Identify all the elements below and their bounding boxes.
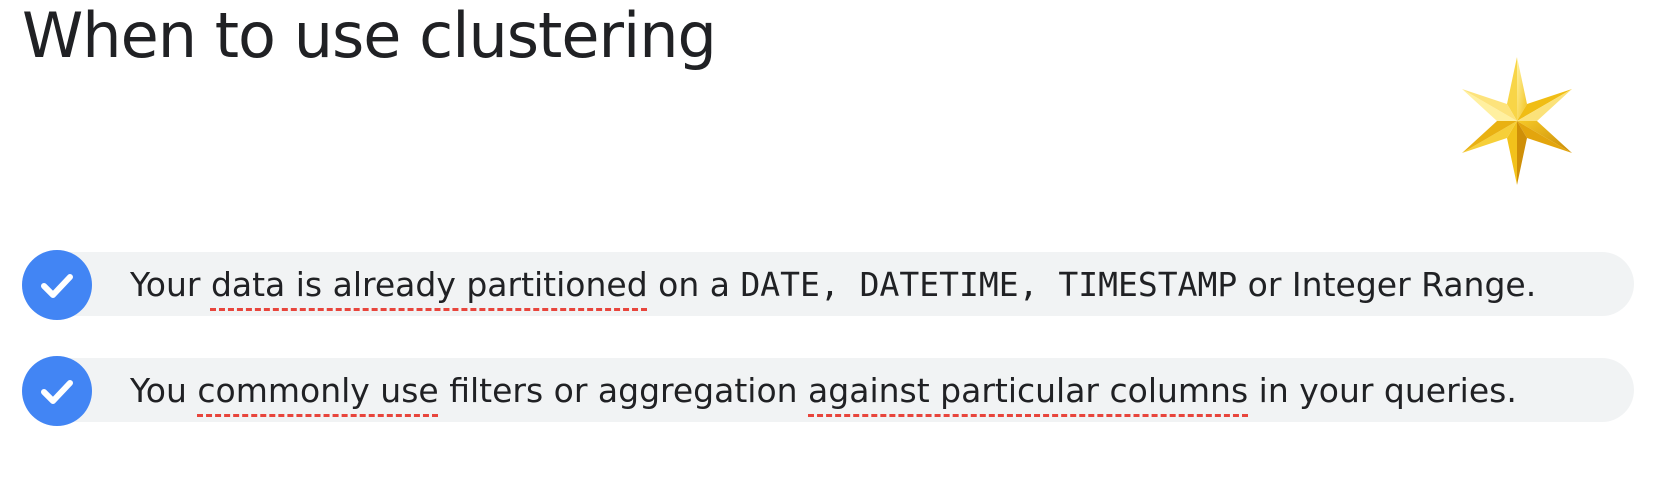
checkmark-icon: [22, 250, 92, 320]
list-item-text: You commonly use filters or aggregation …: [130, 371, 1517, 410]
list-item-text: Your data is already partitioned on a DA…: [130, 265, 1537, 304]
checkmark-icon: [22, 356, 92, 426]
slide-title: When to use clustering: [22, 0, 717, 72]
gold-star-icon: [1462, 57, 1572, 185]
